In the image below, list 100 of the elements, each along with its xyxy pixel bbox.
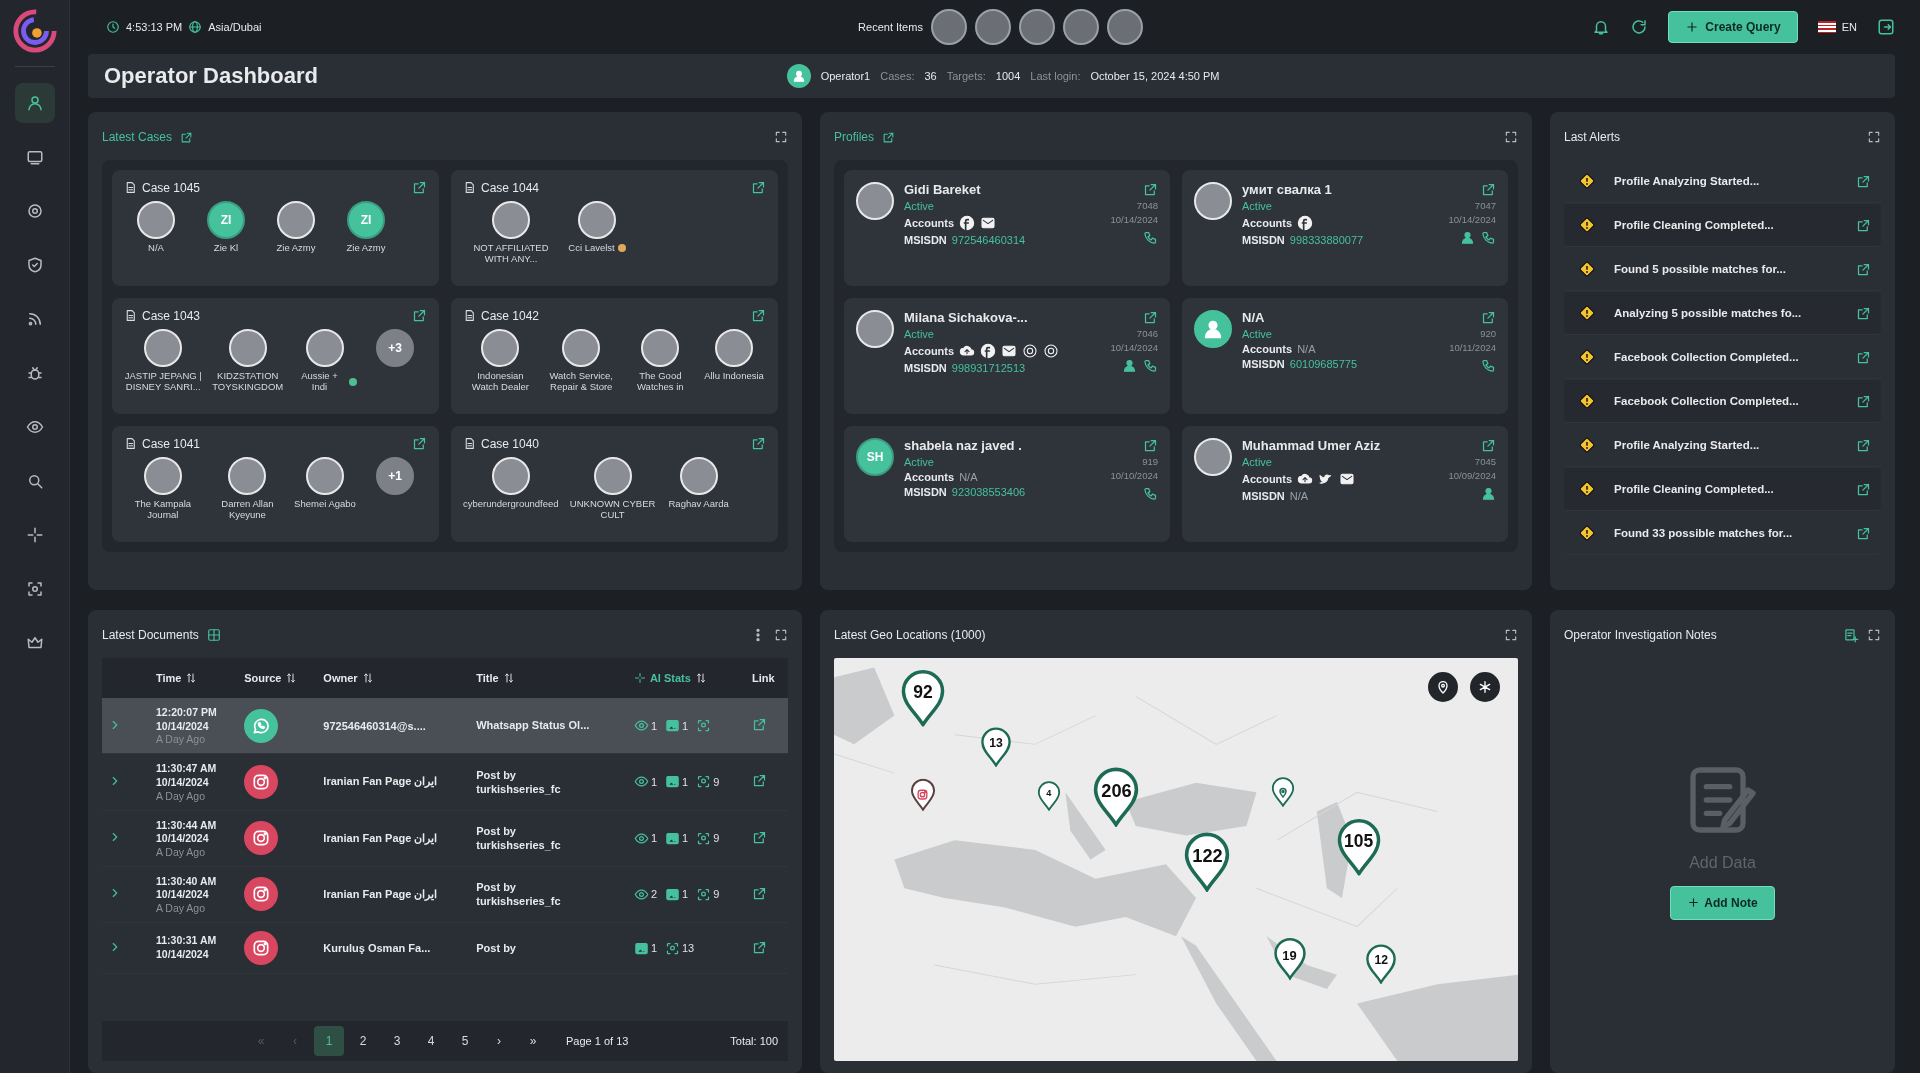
page-button[interactable]: 1 — [314, 1026, 344, 1056]
sidebar-item[interactable] — [14, 83, 55, 123]
cluster-marker[interactable]: 122 — [1183, 831, 1232, 892]
table-row[interactable]: 12:20:07 PM 10/14/2024 A Day Ago 972546460314@s.... Whatsapp Status Ol... 1 1 — [102, 698, 788, 754]
recent-item-avatar[interactable] — [974, 9, 1011, 45]
globe-icon — [188, 20, 203, 34]
cluster-marker[interactable]: 92 — [899, 669, 946, 727]
more-count[interactable]: +1 — [376, 457, 414, 495]
alert-item[interactable]: Found 33 possible matches for... — [1564, 512, 1881, 555]
page-button[interactable]: 5 — [450, 1026, 480, 1056]
person-icon[interactable] — [1460, 230, 1475, 245]
external-link-icon[interactable] — [1856, 261, 1871, 277]
person-icon[interactable] — [1481, 486, 1496, 501]
page-button[interactable]: 4 — [416, 1026, 446, 1056]
expand-icon[interactable] — [774, 130, 788, 144]
page-button[interactable]: » — [518, 1026, 548, 1056]
external-link-icon[interactable] — [1481, 182, 1496, 197]
phone-icon[interactable] — [1481, 230, 1496, 245]
phone-icon[interactable] — [1481, 358, 1496, 373]
camera-pin-icon[interactable] — [909, 778, 936, 812]
add-note-icon[interactable] — [1844, 627, 1859, 643]
cluster-marker[interactable]: 105 — [1335, 818, 1382, 876]
external-link-icon[interactable] — [751, 939, 767, 955]
external-link-icon[interactable] — [1856, 525, 1871, 541]
map[interactable]: 92 13 4 206 122 105 19 12 — [834, 658, 1518, 1061]
external-link-icon[interactable] — [1856, 481, 1871, 497]
cluster-toggle-button[interactable] — [1470, 672, 1500, 702]
external-link-icon[interactable] — [1856, 393, 1871, 409]
page-button[interactable]: 2 — [348, 1026, 378, 1056]
phone-icon[interactable] — [1143, 230, 1158, 245]
external-link-icon[interactable] — [751, 717, 767, 733]
location-button[interactable] — [1428, 672, 1458, 702]
expand-icon[interactable] — [1504, 628, 1518, 642]
cluster-marker[interactable]: 19 — [1272, 937, 1307, 981]
external-link-icon[interactable] — [412, 308, 427, 323]
external-link-icon[interactable] — [412, 436, 427, 451]
external-link-icon[interactable] — [1481, 310, 1496, 325]
external-link-icon[interactable] — [1143, 310, 1158, 325]
cloud-icon — [959, 343, 976, 359]
recent-item-avatar[interactable] — [930, 9, 967, 45]
expand-icon[interactable] — [1867, 130, 1881, 144]
external-link-icon[interactable] — [751, 829, 767, 845]
alert-item[interactable]: Profile Cleaning Completed... — [1564, 204, 1881, 247]
external-link-icon[interactable] — [1143, 438, 1158, 453]
stat-count: 1 — [682, 888, 689, 901]
f-logo-icon — [959, 215, 976, 231]
page-button[interactable]: 3 — [382, 1026, 412, 1056]
external-link-icon[interactable] — [412, 180, 427, 195]
alert-item[interactable]: Facebook Collection Completed... — [1564, 336, 1881, 379]
person-icon[interactable] — [1122, 358, 1137, 373]
external-link-icon[interactable] — [1856, 305, 1871, 321]
create-query-button[interactable]: Create Query — [1668, 11, 1798, 43]
cluster-marker[interactable]: 4 — [1036, 781, 1061, 812]
phone-icon[interactable] — [1143, 486, 1158, 501]
user-icon — [25, 94, 44, 112]
external-link-icon[interactable] — [882, 130, 895, 144]
panel-title: Latest Geo Locations (1000) — [834, 628, 986, 642]
external-link-icon[interactable] — [1856, 173, 1871, 189]
notification-icon[interactable] — [1592, 18, 1611, 36]
cluster-marker[interactable]: 12 — [1365, 944, 1398, 985]
alert-item[interactable]: Profile Analyzing Started... — [1564, 160, 1881, 203]
map-pin-icon[interactable] — [1271, 777, 1296, 808]
external-link-icon[interactable] — [1856, 349, 1871, 365]
recent-item-avatar[interactable] — [1106, 9, 1143, 45]
msisdn-value: 998333880077 — [1289, 234, 1364, 246]
expand-icon[interactable] — [774, 628, 788, 642]
page-button[interactable]: › — [484, 1026, 514, 1056]
expand-icon[interactable] — [1504, 130, 1518, 144]
external-link-icon[interactable] — [751, 886, 767, 901]
alert-item[interactable]: Found 5 possible matches for... — [1564, 248, 1881, 291]
external-link-icon[interactable] — [751, 180, 766, 195]
alert-item[interactable]: Profile Cleaning Completed... — [1564, 468, 1881, 511]
alert-item[interactable]: Analyzing 5 possible matches fo... — [1564, 292, 1881, 335]
recent-item-avatar[interactable] — [1018, 9, 1055, 45]
panel-title[interactable]: Latest Cases — [102, 130, 173, 144]
alert-item[interactable]: Profile Analyzing Started... — [1564, 424, 1881, 467]
external-link-icon[interactable] — [751, 436, 766, 451]
logout-icon[interactable] — [1877, 18, 1895, 36]
external-link-icon[interactable] — [751, 308, 766, 323]
external-link-icon[interactable] — [751, 773, 767, 789]
external-link-icon[interactable] — [1143, 182, 1158, 197]
logo-icon[interactable] — [11, 8, 58, 54]
external-link-icon[interactable] — [1856, 437, 1871, 453]
cluster-marker[interactable]: 13 — [980, 726, 1013, 767]
table-row[interactable]: 11:30:31 AM 10/14/2024 Kuruluş Osman Fa... Post by 1 13 — [102, 922, 788, 974]
external-link-icon[interactable] — [1856, 217, 1871, 233]
alert-item[interactable]: Facebook Collection Completed... — [1564, 380, 1881, 423]
external-link-icon[interactable] — [180, 130, 194, 144]
recent-item-avatar[interactable] — [1062, 9, 1099, 45]
more-count[interactable]: +3 — [376, 329, 414, 367]
language-selector[interactable]: EN — [1817, 21, 1857, 33]
expand-icon[interactable] — [1867, 628, 1881, 642]
target-icon — [25, 202, 44, 220]
phone-icon[interactable] — [1143, 358, 1158, 373]
cluster-marker[interactable]: 206 — [1092, 767, 1141, 828]
refresh-icon[interactable] — [1630, 18, 1649, 36]
external-link-icon[interactable] — [1481, 438, 1496, 453]
alert-text: Found 5 possible matches for... — [1614, 263, 1787, 275]
panel-title[interactable]: Profiles — [834, 130, 874, 144]
add-note-button[interactable]: Add Note — [1670, 885, 1775, 920]
